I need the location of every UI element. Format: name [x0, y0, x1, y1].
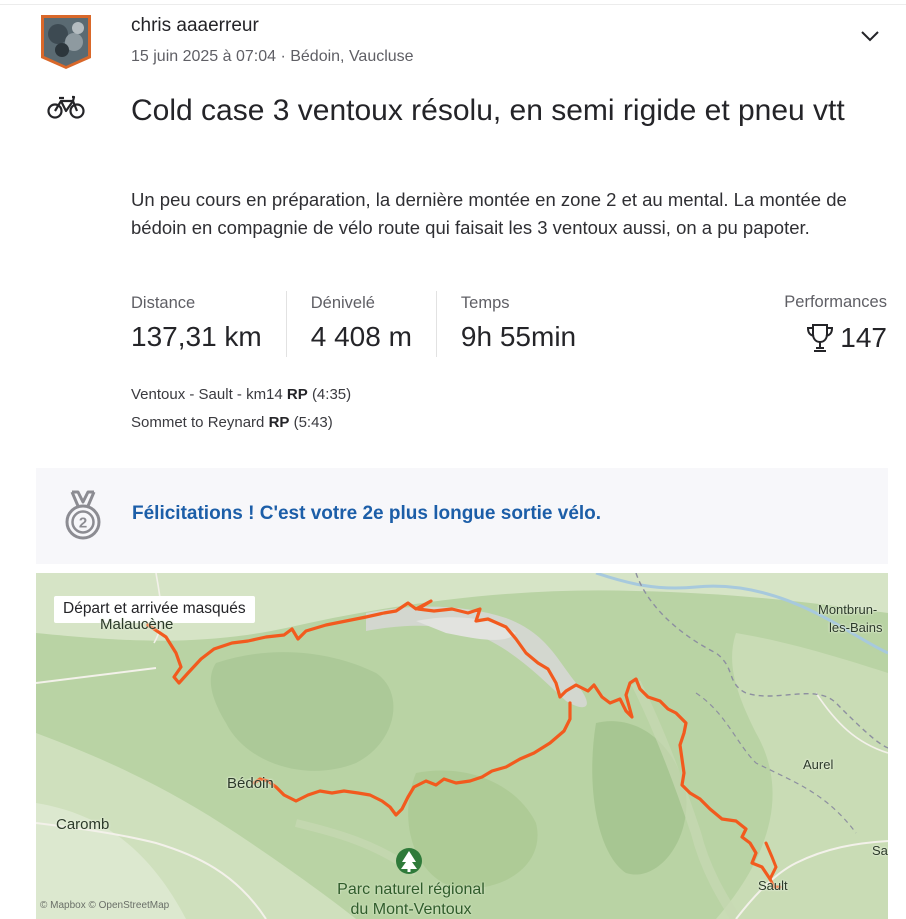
- activity-title[interactable]: Cold case 3 ventoux résolu, en semi rigi…: [131, 89, 881, 132]
- map-label-montbrun: Montbrun-: [818, 602, 878, 617]
- svg-text:2: 2: [79, 515, 87, 532]
- stat-value: 4 408 m: [310, 321, 412, 352]
- performances-count: 147: [840, 322, 887, 353]
- segment-name: Sommet to Reynard: [131, 413, 265, 431]
- top-divider: [0, 4, 906, 5]
- segment-name: Ventoux - Sault - km14: [131, 386, 283, 403]
- park-name-line1: Parc naturel régional: [337, 881, 485, 898]
- map-label-park: Parc naturel régional du Mont-Ventoux: [306, 880, 516, 919]
- bike-icon: [47, 95, 85, 121]
- park-name-line2: du Mont-Ventoux: [350, 901, 472, 918]
- map-label-sa: Sa: [872, 843, 888, 858]
- segment-pr-badge: RP: [268, 413, 290, 431]
- chevron-down-icon[interactable]: [858, 26, 882, 46]
- map-label-sault: Sault: [758, 878, 788, 893]
- achievement-text[interactable]: Félicitations ! C'est votre 2e plus long…: [132, 503, 601, 525]
- stat-label: Dénivelé: [310, 294, 375, 312]
- stat-elevation: Dénivelé 4 408 m: [311, 291, 437, 357]
- stat-time: Temps 9h 55min: [461, 291, 600, 357]
- segment-time: (5:43): [293, 413, 333, 431]
- performances[interactable]: Performances 147: [784, 290, 887, 358]
- activity-description: Un peu cours en préparation, la dernière…: [131, 189, 847, 238]
- stat-value: 9h 55min: [460, 321, 577, 352]
- performances-label: Performances: [784, 293, 887, 311]
- medal-2-icon: 2: [65, 490, 101, 540]
- stat-distance: Distance 137,31 km: [131, 291, 287, 357]
- stat-label: Temps: [460, 294, 510, 312]
- athlete-name[interactable]: chris aaaerreur: [131, 15, 259, 37]
- map-label-malaucene: Malaucène: [100, 616, 174, 633]
- map-label-bedoin: Bédoin: [227, 775, 274, 792]
- route-map[interactable]: Départ et arrivée masqués Malaucène Mont…: [36, 573, 888, 919]
- performances-value-row: 147: [784, 318, 887, 358]
- achievement-banner: 2 Félicitations ! C'est votre 2e plus lo…: [36, 468, 888, 564]
- trophy-icon: [807, 324, 834, 352]
- activity-date-location: 15 juin 2025 à 07:04 · Bédoin, Vaucluse: [131, 48, 414, 65]
- segment-pr-badge: RP: [286, 386, 308, 403]
- stat-label: Distance: [131, 294, 196, 312]
- map-label-aurel: Aurel: [803, 757, 834, 772]
- segment-item[interactable]: Sommet to Reynard RP (5:43): [131, 409, 351, 437]
- segment-time: (4:35): [311, 386, 352, 403]
- avatar[interactable]: [40, 14, 92, 70]
- segment-item[interactable]: Ventoux - Sault - km14 RP (4:35): [131, 381, 351, 409]
- segment-list: Ventoux - Sault - km14 RP (4:35) Sommet …: [131, 381, 351, 436]
- stat-value: 137,31 km: [131, 321, 262, 352]
- map-label-montbrun-2: les-Bains: [829, 620, 883, 635]
- stats-row: Distance 137,31 km Dénivelé 4 408 m Temp…: [131, 291, 624, 357]
- map-attribution[interactable]: © Mapbox © OpenStreetMap: [40, 900, 169, 911]
- map-label-caromb: Caromb: [56, 816, 110, 833]
